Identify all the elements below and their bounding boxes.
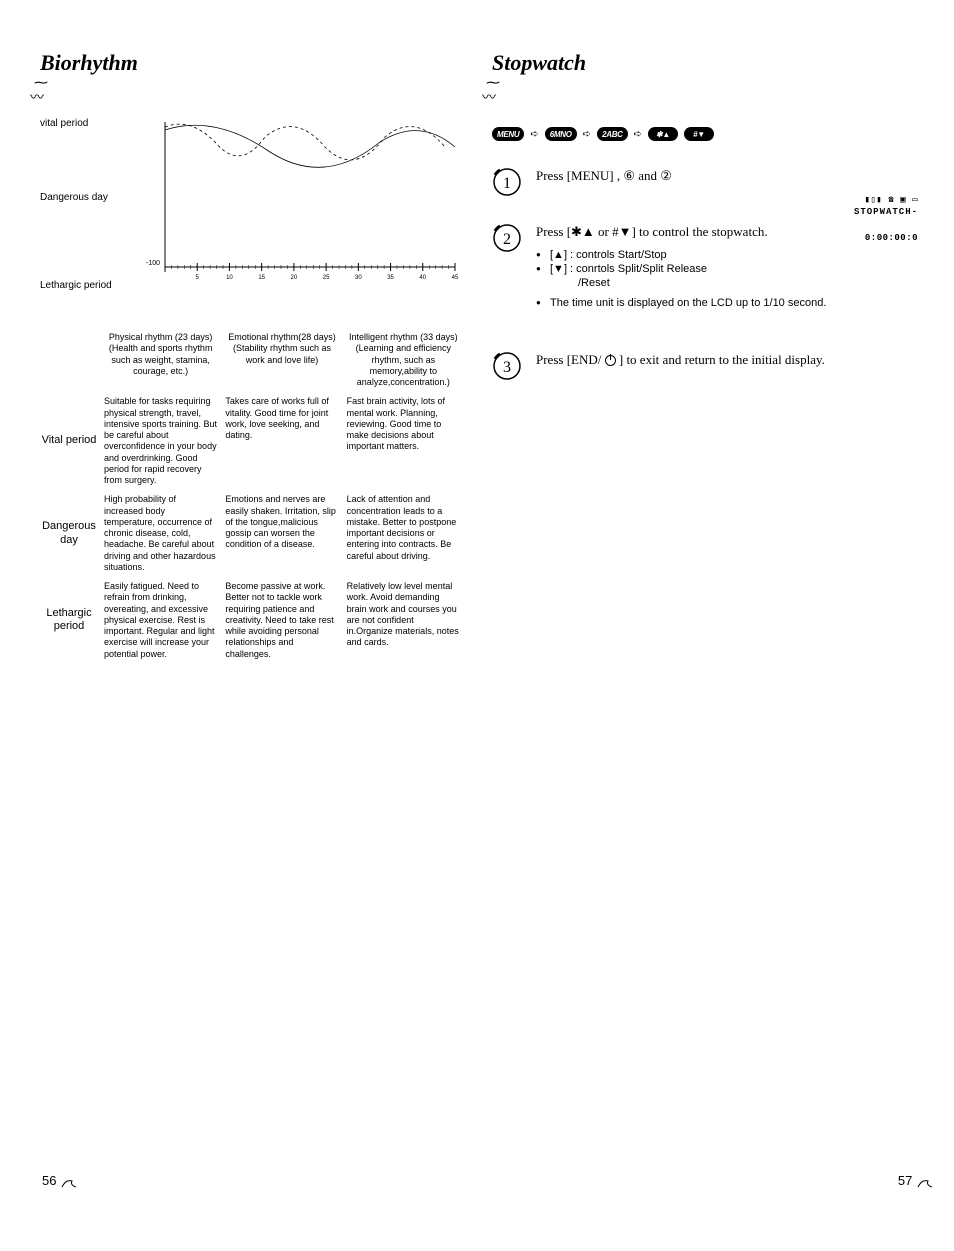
crumb-2: 2ABC bbox=[597, 127, 628, 141]
step-3-text: Press [END/ ] to exit and return to the … bbox=[536, 351, 825, 369]
svg-text:10: 10 bbox=[226, 275, 233, 281]
svg-text:40: 40 bbox=[419, 275, 426, 281]
chart-label-lethargic: Lethargic period bbox=[40, 280, 112, 291]
power-icon bbox=[605, 355, 616, 366]
svg-text:1: 1 bbox=[503, 175, 511, 192]
svg-text:35: 35 bbox=[387, 275, 394, 281]
crumb-menu: MENU bbox=[492, 127, 524, 141]
page-number-right: 57 bbox=[898, 1173, 934, 1191]
page-ornament-icon bbox=[60, 1173, 78, 1191]
col-header-intelligent: Intelligent rhythm (33 days) (Learning a… bbox=[347, 332, 462, 388]
svg-text:5: 5 bbox=[196, 275, 200, 281]
cell-vital-emotional: Takes care of works full of vitality. Go… bbox=[225, 396, 340, 486]
cell-lethargic-intelligent: Relatively low level mental work. Avoid … bbox=[347, 581, 462, 660]
step-number-3-icon: 3 bbox=[492, 351, 522, 381]
cell-dangerous-intelligent: Lack of attention and concentration lead… bbox=[347, 494, 462, 573]
square-icon: ▣ bbox=[900, 195, 906, 205]
step-2-lead: Press [✱▲ or #▼] to control the stopwatc… bbox=[536, 223, 826, 241]
battery-icon: ▭ bbox=[912, 195, 918, 205]
cell-lethargic-physical: Easily fatigued. Need to refrain from dr… bbox=[104, 581, 219, 660]
svg-text:20: 20 bbox=[291, 275, 298, 281]
lcd-title: STOPWATCH- bbox=[818, 207, 918, 217]
row-label-dangerous: Dangerous day bbox=[40, 520, 98, 548]
page-biorhythm: Biorhythm ⁓ 〰 vital period Dangerous day… bbox=[40, 50, 462, 660]
crumb-6: 6MNO bbox=[545, 127, 577, 141]
page-number-left: 56 bbox=[42, 1173, 78, 1191]
biorhythm-chart-svg: 5 10 15 20 25 30 35 40 45 bbox=[155, 122, 465, 292]
step-number-2-icon: 2 bbox=[492, 223, 522, 253]
cell-vital-intelligent: Fast brain activity, lots of mental work… bbox=[347, 396, 462, 486]
svg-text:30: 30 bbox=[355, 275, 362, 281]
title-underline-icon: ⁓ bbox=[486, 78, 914, 86]
page-ornament-icon bbox=[916, 1173, 934, 1191]
title-underline-icon: ⁓ bbox=[34, 78, 462, 86]
row-label-lethargic: Lethargic period bbox=[40, 607, 98, 635]
page-stopwatch: Stopwatch ⁓ 〰 MENU ➪ 6MNO ➪ 2ABC ➪ ✱▲ #▼… bbox=[492, 50, 914, 660]
key-breadcrumb: MENU ➪ 6MNO ➪ 2ABC ➪ ✱▲ #▼ bbox=[492, 127, 914, 141]
step-1-text: Press [MENU] , ⑥ and ② bbox=[536, 167, 672, 185]
chart-label-dangerous: Dangerous day bbox=[40, 192, 108, 203]
stopwatch-title: Stopwatch bbox=[492, 50, 914, 76]
crumb-hash-down: #▼ bbox=[684, 127, 714, 141]
crumb-star-up: ✱▲ bbox=[648, 127, 678, 141]
signal-icon: ▮▯▮ bbox=[864, 195, 882, 205]
cell-dangerous-emotional: Emotions and nerves are easily shaken. I… bbox=[225, 494, 340, 573]
biorhythm-chart: vital period Dangerous day Lethargic per… bbox=[100, 122, 462, 302]
phone-icon: ☎ bbox=[888, 195, 894, 205]
cell-lethargic-emotional: Become passive at work. Better not to ta… bbox=[225, 581, 340, 660]
step-2-bullet-down: [▼] : conrtols Split/Split Release bbox=[536, 263, 826, 275]
chart-label-vital: vital period bbox=[40, 118, 88, 129]
squiggle-icon: 〰 bbox=[482, 92, 914, 102]
svg-text:15: 15 bbox=[258, 275, 265, 281]
row-label-vital: Vital period bbox=[40, 434, 98, 448]
biorhythm-table: Physical rhythm (23 days) (Health and sp… bbox=[40, 332, 462, 660]
lcd-time: 0:00:00:0 bbox=[818, 233, 918, 243]
biorhythm-title: Biorhythm bbox=[40, 50, 462, 76]
squiggle-icon: 〰 bbox=[30, 92, 462, 102]
svg-text:2: 2 bbox=[503, 231, 511, 248]
col-header-emotional: Emotional rhythm(28 days) (Stability rhy… bbox=[225, 332, 340, 388]
svg-text:3: 3 bbox=[503, 359, 511, 376]
arrow-right-icon: ➪ bbox=[634, 129, 642, 140]
lcd-preview: ▮▯▮ ☎ ▣ ▭ STOPWATCH- 0:00:00:0 bbox=[818, 195, 918, 243]
step-3: 3 Press [END/ ] to exit and return to th… bbox=[492, 351, 914, 381]
arrow-right-icon: ➪ bbox=[583, 129, 591, 140]
cell-vital-physical: Suitable for tasks requiring physical st… bbox=[104, 396, 219, 486]
arrow-right-icon: ➪ bbox=[530, 129, 538, 140]
svg-text:45: 45 bbox=[452, 275, 459, 281]
svg-text:25: 25 bbox=[323, 275, 330, 281]
step-1: 1 Press [MENU] , ⑥ and ② bbox=[492, 167, 914, 197]
col-header-physical: Physical rhythm (23 days) (Health and sp… bbox=[104, 332, 219, 388]
cell-dangerous-physical: High probability of increased body tempe… bbox=[104, 494, 219, 573]
step-number-1-icon: 1 bbox=[492, 167, 522, 197]
step-2-bullet-down-cont: /Reset bbox=[536, 277, 826, 289]
step-2-bullet-up: [▲] : controls Start/Stop bbox=[536, 249, 826, 261]
step-2-bullet-lcd: The time unit is displayed on the LCD up… bbox=[536, 297, 826, 309]
